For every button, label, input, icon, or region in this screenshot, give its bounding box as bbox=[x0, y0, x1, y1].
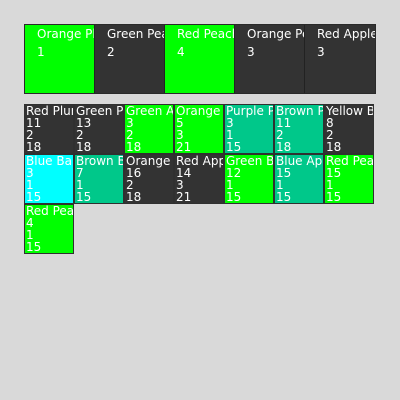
cell-value-c: 15 bbox=[76, 190, 92, 204]
grid-cell-r2-c5[interactable]: Green Banana 12 1 15 bbox=[224, 154, 274, 204]
top-tile-name: Red Peach bbox=[177, 27, 235, 41]
top-tile-count: 4 bbox=[177, 45, 185, 59]
top-tile-1[interactable]: Orange Plum 1 bbox=[25, 25, 95, 93]
grid-cell-r2-c1[interactable]: Blue Banana 3 1 15 bbox=[24, 154, 74, 204]
cell-value-c: 18 bbox=[126, 140, 142, 154]
top-tile-name: Orange Peach bbox=[247, 27, 304, 41]
top-tile-name: Green Peach bbox=[107, 27, 164, 41]
cell-value-c: 18 bbox=[126, 190, 142, 204]
grid-cell-r2-c7[interactable]: Red Pear 15 1 15 bbox=[324, 154, 374, 204]
cell-value-c: 15 bbox=[326, 190, 342, 204]
grid-cell-r2-c2[interactable]: Brown Banana 7 1 15 bbox=[74, 154, 124, 204]
page-canvas: Orange Plum 1 Green Peach 2 Red Peach 4 … bbox=[0, 0, 400, 400]
cell-value-c: 18 bbox=[26, 140, 42, 154]
grid-cell-r3-c1[interactable]: Red Peach 4 1 15 bbox=[24, 204, 74, 254]
grid-cell-r2-c4[interactable]: Red Apple 14 3 21 bbox=[174, 154, 224, 204]
top-tile-5[interactable]: Red Apple 3 bbox=[305, 25, 376, 93]
top-tile-4[interactable]: Orange Peach 3 bbox=[235, 25, 305, 93]
grid-cell-r1-c4[interactable]: Orange Fig 5 3 21 bbox=[174, 104, 224, 154]
top-tile-strip: Orange Plum 1 Green Peach 2 Red Peach 4 … bbox=[24, 24, 376, 94]
cell-value-c: 15 bbox=[26, 240, 42, 254]
cell-value-c: 15 bbox=[26, 190, 42, 204]
top-tile-count: 2 bbox=[107, 45, 115, 59]
grid-cell-r2-c3[interactable]: Orange Fig 16 2 18 bbox=[124, 154, 174, 204]
top-tile-3[interactable]: Red Peach 4 bbox=[165, 25, 235, 93]
grid-cell-r1-c1[interactable]: Red Plum 11 2 18 bbox=[24, 104, 74, 154]
top-tile-count: 3 bbox=[247, 45, 255, 59]
grid-cell-r1-c7[interactable]: Yellow Banana 8 2 18 bbox=[324, 104, 374, 154]
top-tile-name: Orange Plum bbox=[37, 27, 95, 41]
cell-value-c: 15 bbox=[276, 190, 292, 204]
grid-cell-r2-c6[interactable]: Blue Apple 15 1 15 bbox=[274, 154, 324, 204]
top-tile-name: Red Apple bbox=[317, 27, 376, 41]
grid-cell-r1-c6[interactable]: Brown Peach 11 2 18 bbox=[274, 104, 324, 154]
cell-value-c: 18 bbox=[276, 140, 292, 154]
cell-value-c: 21 bbox=[176, 140, 192, 154]
cell-value-c: 18 bbox=[326, 140, 342, 154]
fruit-grid: Red Plum 11 2 18 Green Peach 13 2 18 Gre… bbox=[24, 104, 376, 256]
cell-value-c: 15 bbox=[226, 190, 242, 204]
top-tile-2[interactable]: Green Peach 2 bbox=[95, 25, 165, 93]
grid-cell-r1-c2[interactable]: Green Peach 13 2 18 bbox=[74, 104, 124, 154]
grid-cell-r1-c5[interactable]: Purple Plum 3 1 15 bbox=[224, 104, 274, 154]
cell-value-c: 21 bbox=[176, 190, 192, 204]
cell-value-c: 18 bbox=[76, 140, 92, 154]
cell-value-c: 15 bbox=[226, 140, 242, 154]
top-tile-count: 3 bbox=[317, 45, 325, 59]
top-tile-count: 1 bbox=[37, 45, 45, 59]
grid-cell-r1-c3[interactable]: Green Apple 3 2 18 bbox=[124, 104, 174, 154]
